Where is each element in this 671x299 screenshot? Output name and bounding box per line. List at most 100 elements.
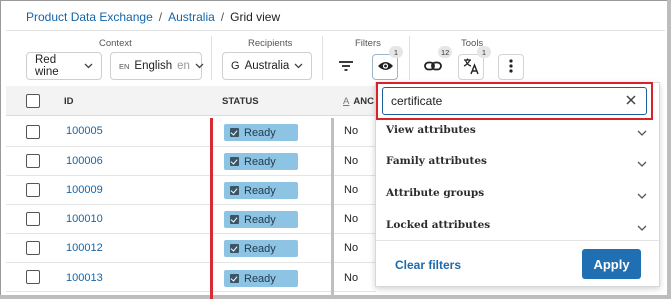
row-divider [6,175,376,176]
anc-value: No [344,155,359,167]
chevron-down-icon [637,126,647,136]
section-attribute-groups[interactable]: Attribute groups [376,187,659,219]
language-select[interactable]: EN English en [110,52,204,80]
status-badge: Ready [224,124,298,141]
chevron-down-icon [84,61,93,72]
translate-button[interactable] [458,54,484,80]
status-badge: Ready [224,153,298,170]
breadcrumb-current: Grid view [230,10,281,24]
row-divider [6,291,376,292]
breadcrumb-link-australia[interactable]: Australia [168,10,215,24]
checkbox-checked-icon [230,186,239,195]
breadcrumb: Product Data Exchange / Australia / Grid… [26,10,280,24]
eye-icon [377,60,394,75]
channel-select[interactable]: Red wine [26,52,102,80]
section-label: Attribute groups [386,187,485,199]
status-badge: Ready [224,270,298,287]
frozen-column-divider[interactable] [331,118,334,299]
section-family-attributes[interactable]: Family attributes [376,155,659,187]
recipients-label: Recipients [248,38,293,49]
header-divider [6,30,665,31]
status-badge: Ready [224,211,298,228]
apply-button[interactable]: Apply [582,249,641,279]
frame-shadow [667,0,671,299]
section-label: View attributes [386,124,476,136]
filters-label: Filters [355,38,381,49]
status-label: Ready [244,184,276,197]
anc-value: No [344,242,359,254]
chevron-down-icon [637,221,647,231]
recipients-select[interactable]: G Australia [222,52,312,80]
breadcrumb-separator: / [220,10,225,24]
recipient-prefix: G [231,60,240,72]
recipient-value: Australia [244,60,290,72]
visibility-count-badge: 1 [389,46,403,58]
frame-shadow-bottom [0,295,671,299]
row-checkbox[interactable] [26,270,40,284]
translate-icon [462,57,480,78]
anc-value: No [344,125,359,137]
language-suffix: en [177,60,190,72]
text-attribute-icon: A [343,96,350,107]
row-divider [6,146,376,147]
row-checkbox[interactable] [26,241,40,255]
status-badge: Ready [224,182,298,199]
checkbox-checked-icon [230,157,239,166]
row-id-link[interactable]: 100009 [66,184,103,196]
search-highlight-frame [376,82,653,120]
anc-value: No [344,184,359,196]
checkbox-checked-icon [230,215,239,224]
section-label: Locked attributes [386,219,491,231]
column-header-status[interactable]: STATUS [222,96,259,107]
channel-value: Red wine [35,54,59,78]
toolbar-divider [211,36,212,80]
status-column-marker [210,118,213,299]
chevron-down-icon [637,157,647,167]
row-divider [6,262,376,263]
anc-value: No [344,272,359,284]
select-all-checkbox[interactable] [26,94,40,108]
context-label: Context [99,38,132,49]
row-divider [6,204,376,205]
status-label: Ready [244,126,276,139]
section-view-attributes[interactable]: View attributes [376,124,659,156]
breadcrumb-link-exchange[interactable]: Product Data Exchange [26,10,153,24]
chevron-down-icon [195,61,204,72]
row-id-link[interactable]: 100012 [66,242,103,254]
row-divider [6,233,376,234]
filter-button[interactable] [333,54,359,80]
checkbox-checked-icon [230,128,239,137]
language-code-badge: EN [119,61,130,71]
breadcrumb-separator: / [158,10,163,24]
section-locked-attributes[interactable]: Locked attributes [376,219,659,251]
link-count-badge: 12 [438,46,453,58]
row-id-link[interactable]: 100005 [66,125,103,137]
status-label: Ready [244,242,276,255]
more-options-button[interactable] [498,54,524,80]
row-id-link[interactable]: 100006 [66,155,103,167]
row-checkbox[interactable] [26,154,40,168]
toolbar-divider [409,36,410,80]
column-header-anc-label: ANC [353,96,374,107]
row-checkbox[interactable] [26,212,40,226]
checkbox-checked-icon [230,244,239,253]
filter-icon [338,60,354,75]
column-header-id[interactable]: ID [64,96,74,107]
status-label: Ready [244,213,276,226]
more-vertical-icon [509,58,513,76]
language-value: English [134,60,173,72]
status-label: Ready [244,155,276,168]
checkbox-checked-icon [230,274,239,283]
panel-footer-divider [376,240,659,241]
row-id-link[interactable]: 100013 [66,272,103,284]
row-checkbox[interactable] [26,125,40,139]
translate-count-badge: 1 [477,46,491,58]
status-badge: Ready [224,240,298,257]
status-label: Ready [244,272,276,285]
column-header-anc[interactable]: A ANC [343,96,374,107]
link-icon [424,60,442,74]
row-id-link[interactable]: 100010 [66,213,103,225]
row-checkbox[interactable] [26,183,40,197]
chevron-down-icon [637,189,647,199]
clear-filters-link[interactable]: Clear filters [395,258,461,272]
